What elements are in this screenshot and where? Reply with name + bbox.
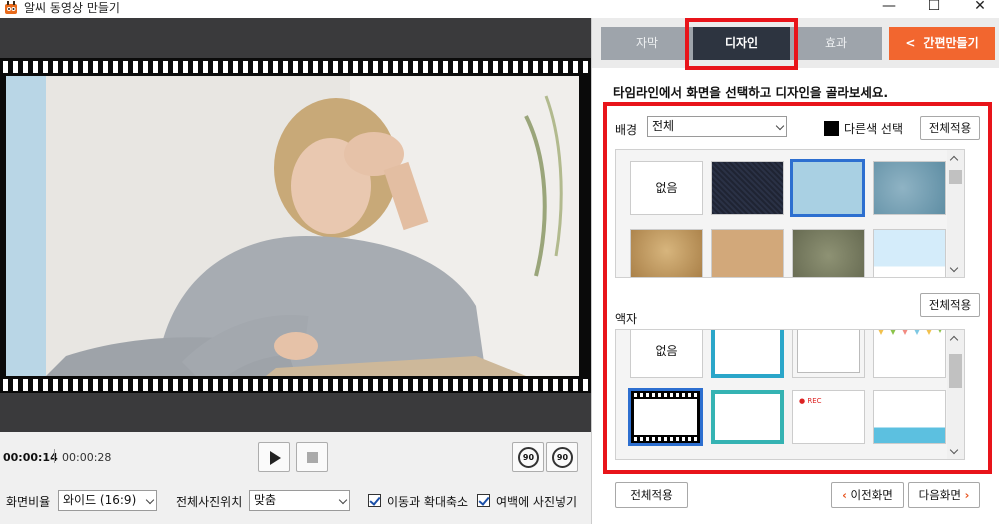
rec-label: ● REC [799, 397, 822, 405]
color-swatch[interactable] [824, 121, 839, 136]
scroll-thumb[interactable] [949, 170, 962, 184]
prev-screen-label: 이전화면 [850, 488, 893, 502]
chevron-down-icon [145, 495, 155, 505]
background-none-label: 없음 [655, 181, 678, 195]
frame-rec[interactable]: ● REC [792, 390, 865, 444]
tab-easy-make[interactable]: < 간편만들기 [889, 27, 995, 60]
chevron-left-icon: ‹ [842, 488, 847, 502]
maximize-button[interactable]: ☐ [911, 0, 957, 18]
frame-none[interactable]: 없음 [630, 330, 703, 378]
apply-all-frame-button[interactable]: 전체적용 [920, 293, 980, 317]
frame-teal[interactable] [711, 390, 784, 444]
close-button[interactable]: ✕ [957, 0, 999, 18]
chevron-down-icon [338, 495, 348, 505]
position-select[interactable]: 맞춤 [249, 490, 350, 511]
rotate-right-icon: 90 [552, 447, 573, 468]
scroll-down-icon [949, 445, 959, 455]
background-none[interactable]: 없음 [630, 161, 703, 215]
title-bar: 알씨 동영상 만들기 — ☐ ✕ [0, 0, 999, 18]
background-blue-map[interactable] [873, 161, 946, 215]
apply-all-background-button[interactable]: 전체적용 [920, 116, 980, 140]
play-button[interactable] [258, 442, 290, 472]
frame-filmstrip[interactable] [628, 388, 703, 446]
instruction-text: 타임라인에서 화면을 선택하고 디자인을 골라보세요. [613, 85, 889, 100]
position-label: 전체사진위치 [176, 495, 243, 509]
aspect-value: 와이드 (16:9) [63, 493, 137, 507]
background-label: 배경 [615, 123, 638, 137]
frame-scrollbar[interactable] [947, 330, 964, 459]
video-preview [0, 18, 591, 432]
frame-none-label: 없음 [655, 344, 678, 358]
stop-icon [307, 452, 318, 463]
frame-white[interactable] [792, 330, 865, 378]
aspect-select[interactable]: 와이드 (16:9) [58, 490, 157, 511]
player-controls: 00:00:14 00:00:28 90 90 화면비율 와이드 (16:9) … [0, 432, 591, 524]
play-icon [270, 451, 281, 465]
tab-effect[interactable]: 효과 [790, 27, 882, 60]
chevron-left-icon: < [905, 36, 916, 50]
chevron-right-icon: › [964, 488, 970, 502]
zoom-checkbox[interactable] [368, 494, 381, 507]
current-time: 00:00:14 [3, 451, 58, 464]
total-time: 00:00:28 [62, 451, 112, 464]
prev-screen-button[interactable]: ‹ 이전화면 [831, 482, 904, 508]
minimize-button[interactable]: — [866, 0, 912, 18]
window-title: 알씨 동영상 만들기 [24, 1, 120, 15]
scroll-up-icon [949, 155, 959, 165]
scroll-up-icon [949, 335, 959, 345]
other-color-label[interactable]: 다른색 선택 [844, 120, 903, 137]
frame-label: 액자 [615, 312, 638, 326]
frame-bunting[interactable] [873, 330, 946, 378]
background-light-blue[interactable] [790, 159, 865, 217]
design-tab-highlight [685, 18, 798, 70]
stop-button[interactable] [296, 442, 328, 472]
position-value: 맞춤 [254, 493, 277, 507]
background-old-paper[interactable] [630, 229, 703, 277]
scroll-thumb[interactable] [949, 354, 962, 388]
apply-all-button[interactable]: 전체적용 [615, 482, 688, 508]
zoom-label: 이동과 확대축소 [387, 495, 469, 509]
rotate-right-button[interactable]: 90 [546, 442, 578, 472]
next-screen-label: 다음화면 [918, 488, 961, 502]
photo-illustration [46, 95, 563, 376]
aspect-label: 화면비율 [6, 495, 51, 509]
app-logo-icon [5, 1, 17, 14]
rotate-left-button[interactable]: 90 [512, 442, 544, 472]
tab-subtitle[interactable]: 자막 [601, 27, 693, 60]
preview-photo [6, 76, 579, 376]
frame-blue[interactable] [711, 330, 784, 378]
rotate-left-icon: 90 [518, 447, 539, 468]
background-filter-select[interactable]: 전체 [647, 116, 787, 137]
margin-checkbox[interactable] [477, 494, 490, 507]
background-scrollbar[interactable] [947, 150, 964, 277]
background-grid: 없음 [615, 149, 965, 278]
background-dark-denim[interactable] [711, 161, 784, 215]
next-screen-button[interactable]: 다음화면 › [908, 482, 980, 508]
background-kraft[interactable] [711, 229, 784, 277]
frame-whale[interactable] [873, 390, 946, 444]
film-perforation-top [0, 61, 591, 73]
scroll-down-icon [949, 263, 959, 273]
background-olive-texture[interactable] [792, 229, 865, 277]
background-sky-clouds[interactable] [873, 229, 946, 277]
bunting-flags-icon [878, 330, 942, 335]
chevron-down-icon [775, 121, 785, 131]
design-panel: 자막 디자인 효과 < 간편만들기 타임라인에서 화면을 선택하고 디자인을 골라… [591, 18, 999, 524]
preview-panel: 00:00:14 00:00:28 90 90 화면비율 와이드 (16:9) … [0, 18, 591, 524]
time-separator [54, 449, 55, 463]
film-perforation-bottom [0, 379, 591, 391]
margin-label: 여백에 사진넣기 [496, 495, 578, 509]
background-filter-value: 전체 [652, 119, 675, 133]
filmstrip-frame [0, 58, 591, 393]
frame-grid: 없음 ● REC [615, 329, 965, 460]
tab-easy-make-label: 간편만들기 [923, 36, 979, 50]
